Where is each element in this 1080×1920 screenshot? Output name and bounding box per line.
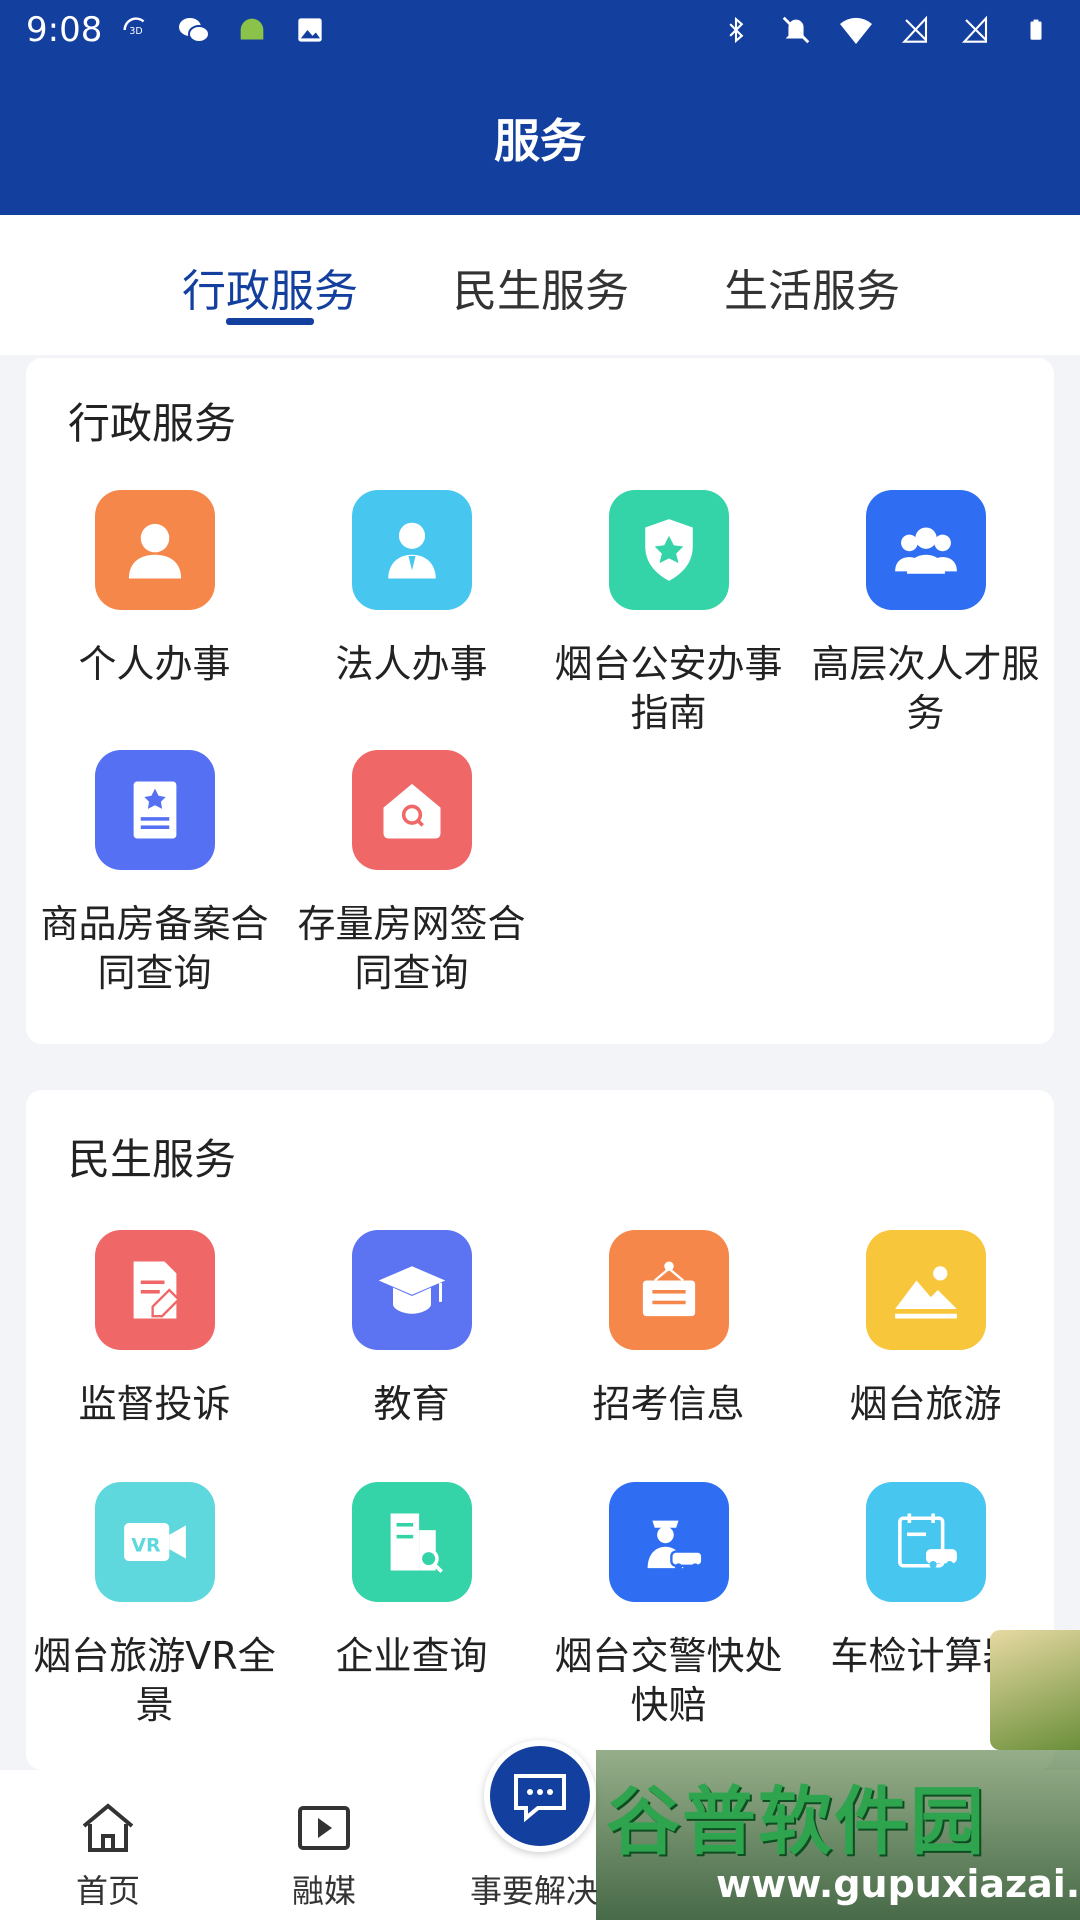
nav-resolve-button[interactable]	[484, 1740, 596, 1852]
police-shield-icon	[608, 490, 729, 610]
document-edit-icon	[94, 1230, 215, 1350]
svg-text:VR: VR	[131, 1535, 161, 1557]
officer-icon	[351, 490, 472, 610]
livelihood-services-card: 民生服务 监督投诉 教育 招考信息 烟台旅游 VR 烟台旅游VR全景 企业查询 …	[26, 1090, 1054, 1770]
svg-text:3D: 3D	[129, 26, 142, 37]
service-tabs: 行政服务 民生服务 生活服务	[0, 215, 1080, 355]
service-item-label: 监督投诉	[78, 1382, 231, 1426]
wechat-icon	[176, 12, 212, 48]
section-title: 民生服务	[68, 1135, 237, 1184]
service-item-legal-person[interactable]: 法人办事	[283, 490, 540, 689]
service-item-education[interactable]: 教育	[283, 1230, 540, 1429]
home-icon	[82, 1803, 134, 1852]
vr-camera-icon: VR	[94, 1482, 215, 1602]
play-icon	[298, 1806, 350, 1850]
nav-label: 融媒	[291, 1872, 356, 1910]
building-search-icon	[351, 1482, 472, 1602]
rotation-3d-icon: 3D	[118, 12, 154, 48]
status-time: 9:08	[26, 10, 103, 50]
service-item-tourism[interactable]: 烟台旅游	[797, 1230, 1054, 1429]
app-header: 9:08 3D 服务	[0, 0, 1080, 215]
watermark: 谷普软件园 www.gupuxiazai.com	[596, 1750, 1080, 1920]
notice-board-icon	[608, 1230, 729, 1350]
image-icon	[292, 12, 328, 48]
service-item-label: 法人办事	[335, 642, 488, 686]
service-item-label: 烟台旅游VR全景	[33, 1634, 276, 1727]
service-item-company-search[interactable]: 企业查询	[283, 1482, 540, 1681]
service-item-police-guide[interactable]: 烟台公安办事指南	[540, 490, 797, 738]
active-tab-indicator	[226, 318, 314, 325]
watermark-text: 谷普软件园	[606, 1779, 986, 1865]
landscape-icon	[865, 1230, 986, 1350]
service-item-talent[interactable]: 高层次人才服务	[797, 490, 1054, 738]
house-search-icon	[351, 750, 472, 870]
service-item-traffic-police[interactable]: 烟台交警快处快赔	[540, 1482, 797, 1730]
traffic-police-icon	[608, 1482, 729, 1602]
chat-icon	[514, 1774, 566, 1823]
service-item-resale-house-contract[interactable]: 存量房网签合同查询	[283, 750, 540, 998]
service-item-label: 存量房网签合同查询	[297, 902, 526, 995]
group-icon	[865, 490, 986, 610]
service-item-label: 烟台公安办事指南	[554, 642, 783, 735]
service-item-label: 企业查询	[335, 1634, 488, 1678]
service-item-label: 招考信息	[592, 1382, 745, 1426]
tab-livelihood[interactable]: 民生服务	[426, 255, 656, 319]
service-item-label: 烟台交警快处快赔	[554, 1634, 783, 1727]
tab-life[interactable]: 生活服务	[697, 255, 927, 319]
no-signal-icon	[958, 12, 994, 48]
service-item-complaint[interactable]: 监督投诉	[26, 1230, 283, 1429]
service-item-label: 烟台旅游	[849, 1382, 1002, 1426]
floating-promo-badge[interactable]	[990, 1630, 1080, 1750]
nav-label: 事要解决	[470, 1872, 599, 1910]
service-item-vr-tour[interactable]: VR 烟台旅游VR全景	[26, 1482, 283, 1730]
service-item-label: 商品房备案合同查询	[40, 902, 269, 995]
certificate-icon	[94, 750, 215, 870]
page-title: 服务	[494, 114, 586, 168]
car-calendar-icon	[865, 1482, 986, 1602]
bluetooth-icon	[718, 12, 754, 48]
android-icon	[234, 12, 270, 48]
administrative-services-card: 行政服务 个人办事 法人办事 烟台公安办事指南 高层次人才服务 商品房备案合同查…	[26, 358, 1054, 1044]
service-item-personal[interactable]: 个人办事	[26, 490, 283, 689]
watermark-url: www.gupuxiazai.com	[716, 1862, 1080, 1906]
service-item-label: 教育	[373, 1382, 450, 1426]
battery-icon	[1018, 12, 1054, 48]
nav-label: 首页	[75, 1872, 140, 1910]
service-item-new-house-contract[interactable]: 商品房备案合同查询	[26, 750, 283, 998]
service-item-label: 高层次人才服务	[811, 642, 1040, 735]
service-item-label: 个人办事	[78, 642, 231, 686]
person-icon	[94, 490, 215, 610]
tab-administrative[interactable]: 行政服务	[155, 255, 385, 319]
no-signal-icon	[898, 12, 934, 48]
mute-icon	[778, 12, 814, 48]
graduation-cap-icon	[351, 1230, 472, 1350]
nav-media[interactable]: 融媒	[254, 1796, 394, 1912]
nav-home[interactable]: 首页	[38, 1796, 178, 1912]
status-bar: 9:08 3D	[0, 0, 1080, 64]
wifi-icon	[838, 12, 874, 48]
section-title: 行政服务	[68, 399, 237, 448]
service-item-exam-info[interactable]: 招考信息	[540, 1230, 797, 1429]
